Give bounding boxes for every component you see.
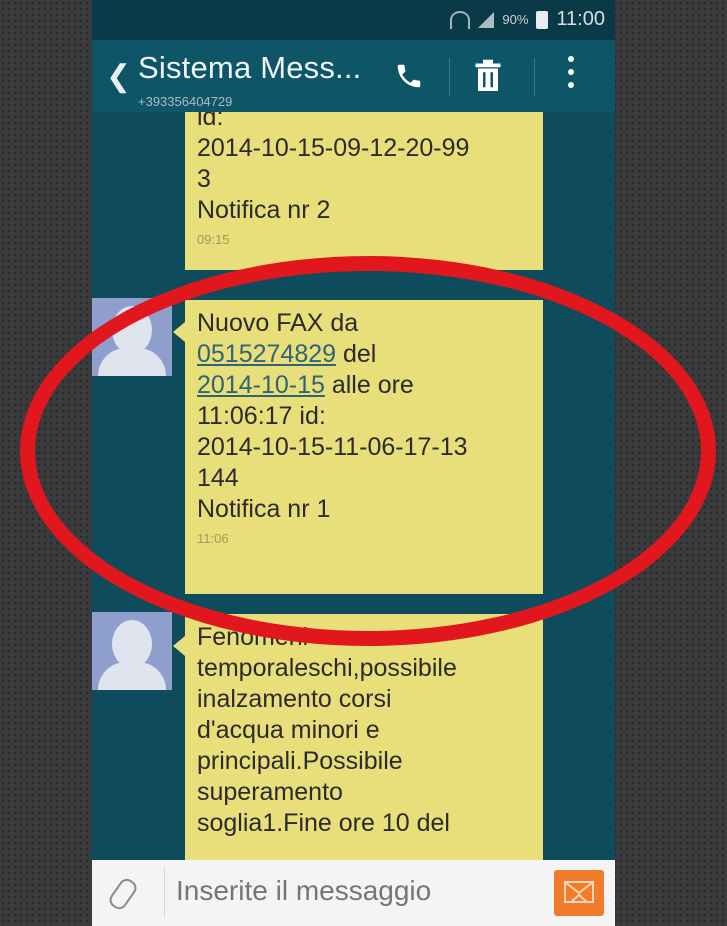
attachment-icon[interactable] <box>106 875 140 913</box>
avatar[interactable] <box>92 612 172 690</box>
composer-bar <box>92 860 615 926</box>
message-bubble[interactable]: Fenomeni temporaleschi,possibile inalzam… <box>173 614 543 860</box>
toolbar-divider <box>449 58 450 96</box>
back-arrow-icon[interactable]: ❮ <box>106 62 131 92</box>
delete-icon[interactable] <box>473 58 503 94</box>
message-thread[interactable]: id: 2014-10-15-09-12-20-99 3 Notifica nr… <box>92 112 615 860</box>
wifi-icon <box>450 10 471 29</box>
battery-icon <box>536 10 549 29</box>
send-mms-icon <box>564 881 594 903</box>
date-link[interactable]: 2014-10-15 <box>197 371 325 399</box>
message-line: Notifica nr 1 <box>197 495 331 523</box>
message-line: 144 <box>197 464 239 492</box>
message-input[interactable] <box>174 874 528 908</box>
message-time: 09:15 <box>197 232 230 247</box>
message-text: del <box>336 340 377 368</box>
message-line: soglia1.Fine ore 10 del <box>197 809 450 837</box>
message-text: alle ore <box>324 371 414 399</box>
message-bubble[interactable]: Nuovo FAX da 0515274829 del 2014-10-15 a… <box>173 300 543 594</box>
message-line: 2014-10-15-11-06-17-13 <box>197 433 468 461</box>
signal-icon <box>478 11 495 28</box>
message-line: principali.Possibile <box>197 747 403 775</box>
message-line: 11:06:17 id: <box>197 402 326 430</box>
send-button[interactable] <box>554 870 604 916</box>
message-line: superamento <box>197 778 343 806</box>
message-line: Notifica nr 2 <box>197 196 331 224</box>
status-bar: 90% 11:00 <box>92 0 615 40</box>
conversation-title: Sistema Mess... <box>138 50 362 85</box>
call-icon[interactable] <box>394 60 424 92</box>
contact-number: +393356404729 <box>138 94 233 109</box>
message-line: Nuovo FAX da <box>197 309 359 337</box>
message-line: temporaleschi,possibile <box>197 654 457 682</box>
more-options-icon[interactable] <box>566 56 576 96</box>
phone-number-link[interactable]: 0515274829 <box>197 340 336 368</box>
message-line: Fenomeni <box>197 623 309 651</box>
app-bar: ❮ Sistema Mess... +393356404729 <box>92 40 615 112</box>
message-line: id: <box>197 112 224 131</box>
message-time: 11:06 <box>197 531 229 546</box>
avatar[interactable] <box>92 298 172 376</box>
toolbar-divider <box>534 58 535 96</box>
battery-level: 90% <box>502 12 529 27</box>
message-line: 3 <box>197 165 211 193</box>
clock: 11:00 <box>556 8 605 30</box>
message-line: inalzamento corsi <box>197 685 392 713</box>
message-line: 2014-10-15-09-12-20-99 <box>197 134 470 162</box>
phone-screen: 90% 11:00 ❮ Sistema Mess... +39335640472… <box>92 0 615 926</box>
message-bubble[interactable]: id: 2014-10-15-09-12-20-99 3 Notifica nr… <box>185 112 543 270</box>
composer-divider <box>164 868 165 918</box>
message-line: d'acqua minori e <box>197 716 380 744</box>
